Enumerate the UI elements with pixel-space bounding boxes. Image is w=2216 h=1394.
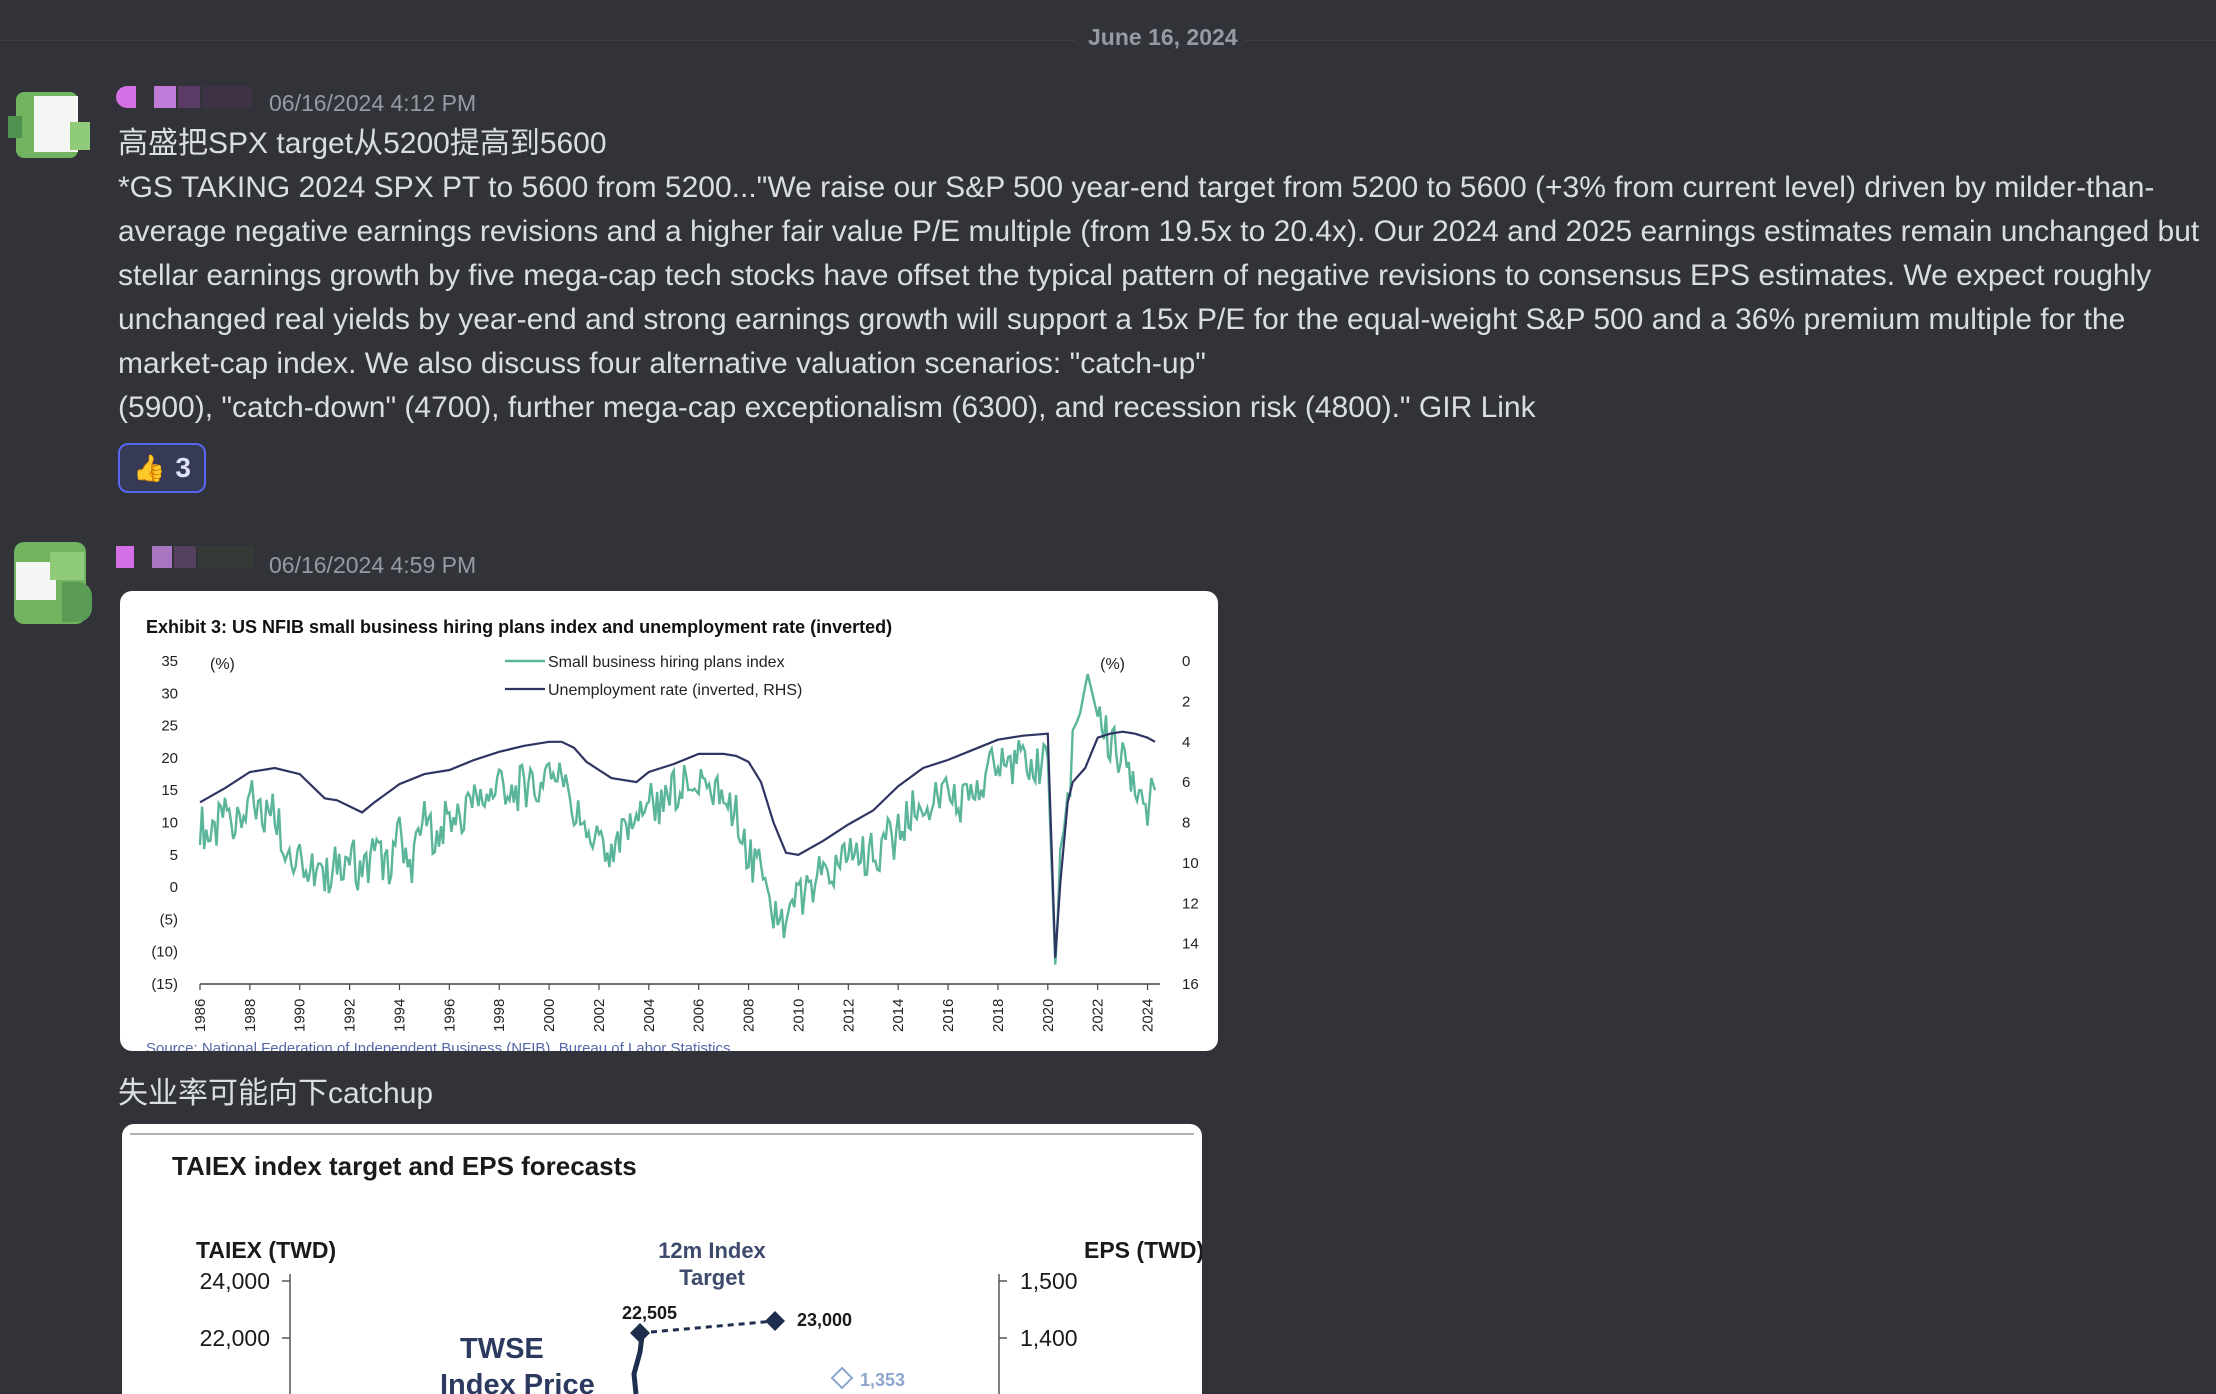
left-tick-label: (15)	[151, 976, 178, 993]
target-start-label: 22,505	[622, 1303, 677, 1323]
left-axis-label: TAIEX (TWD)	[196, 1237, 336, 1263]
index-price-label-1: TWSE	[460, 1333, 544, 1365]
x-tick-label: 2002	[591, 999, 608, 1032]
reaction-count: 3	[175, 452, 191, 483]
chart-source: Source: National Federation of Independe…	[146, 1040, 731, 1051]
x-tick-label: 2018	[990, 999, 1007, 1032]
series-line-hiring-plans	[198, 673, 1157, 965]
right-tick-label: 2	[1182, 693, 1190, 710]
date-divider: June 16, 2024	[0, 24, 2216, 58]
message-timestamp[interactable]: 06/16/2024 4:12 PM	[269, 90, 476, 117]
right-tick-label: 6	[1182, 774, 1190, 791]
right-tick-label: 8	[1182, 815, 1190, 832]
left-tick-label: (5)	[160, 911, 178, 928]
thumbs-up-icon: 👍	[133, 452, 166, 483]
username-redacted[interactable]	[116, 546, 256, 568]
legend-label-hiring: Small business hiring plans index	[548, 654, 785, 671]
left-tick-label: 25	[161, 718, 178, 735]
date-divider-text: June 16, 2024	[1088, 24, 1238, 50]
x-tick-label: 2020	[1040, 999, 1057, 1032]
x-tick-label: 2012	[840, 999, 857, 1032]
right-axis-unit: (%)	[1100, 656, 1125, 673]
x-tick-label: 1990	[292, 999, 309, 1032]
username-redacted[interactable]	[116, 86, 256, 108]
left-tick-label: 10	[161, 815, 178, 832]
right-tick-label: 10	[1182, 855, 1199, 872]
thumbs-up-reaction[interactable]: 👍 3	[118, 443, 206, 493]
x-tick-label: 2004	[641, 999, 658, 1032]
right-tick-label: 12	[1182, 895, 1199, 912]
divider-line-left	[0, 40, 1075, 41]
left-tick-label: 20	[161, 750, 178, 767]
x-tick-label: 2010	[790, 999, 807, 1032]
left-tick-label: 15	[161, 782, 178, 799]
message-body-tail: (5900), "catch-down" (4700), further meg…	[118, 391, 1536, 424]
index-price-line	[631, 1335, 645, 1394]
message-body: *GS TAKING 2024 SPX PT to 5600 from 5200…	[118, 171, 2200, 380]
chart-title: TAIEX index target and EPS forecasts	[172, 1151, 637, 1181]
divider-line-right	[1245, 40, 2216, 41]
x-tick-label: 2008	[741, 999, 758, 1032]
left-tick-label: 22,000	[200, 1325, 270, 1351]
left-tick-label: (10)	[151, 944, 178, 961]
x-tick-label: 1994	[391, 999, 408, 1032]
right-tick-label: 1,400	[1020, 1325, 1078, 1351]
chart-title: Exhibit 3: US NFIB small business hiring…	[146, 617, 892, 637]
right-tick-label: 1,500	[1020, 1268, 1078, 1294]
avatar[interactable]	[8, 542, 94, 628]
message-title: 高盛把SPX target从5200提高到5600	[118, 127, 607, 160]
eps-label: 1,353	[860, 1370, 905, 1390]
left-tick-label: 30	[161, 685, 178, 702]
x-tick-label: 2016	[940, 999, 957, 1032]
right-tick-label: 14	[1182, 936, 1199, 953]
x-tick-label: 2006	[691, 999, 708, 1032]
x-tick-label: 2000	[541, 999, 558, 1032]
taiex-chart: TAIEX index target and EPS forecasts TAIE…	[130, 1133, 1202, 1394]
message-content: 高盛把SPX target从5200提高到5600 *GS TAKING 202…	[118, 122, 2208, 430]
x-tick-label: 2024	[1140, 999, 1157, 1032]
left-tick-label: 35	[161, 653, 178, 670]
x-tick-label: 1986	[192, 999, 209, 1032]
x-tick-label: 1988	[242, 999, 259, 1032]
right-axis-label: EPS (TWD)	[1084, 1237, 1202, 1263]
image-attachment-taiex-chart[interactable]: TAIEX index target and EPS forecasts TAIE…	[122, 1124, 1202, 1394]
index-price-label-2: Index Price	[440, 1369, 595, 1394]
left-tick-label: 24,000	[200, 1268, 270, 1294]
left-tick-label: 0	[170, 879, 178, 896]
x-tick-label: 2014	[890, 999, 907, 1032]
eps-marker	[830, 1366, 854, 1390]
x-tick-label: 1996	[441, 999, 458, 1032]
target-end-label: 23,000	[797, 1310, 852, 1330]
x-tick-label: 1998	[491, 999, 508, 1032]
image-attachment-nfib-chart[interactable]: Exhibit 3: US NFIB small business hiring…	[120, 591, 1218, 1051]
legend-label-unemployment: Unemployment rate (inverted, RHS)	[548, 682, 802, 699]
message-timestamp[interactable]: 06/16/2024 4:59 PM	[269, 552, 476, 579]
message-caption: 失业率可能向下catchup	[118, 1077, 434, 1110]
target-annotation-line2: Target	[679, 1265, 745, 1290]
target-end-marker	[765, 1311, 785, 1331]
left-tick-label: 5	[170, 847, 178, 864]
nfib-chart: Exhibit 3: US NFIB small business hiring…	[146, 617, 1199, 1051]
x-tick-label: 2022	[1090, 999, 1107, 1032]
x-tick-label: 1992	[342, 999, 359, 1032]
target-annotation-line1: 12m Index	[658, 1238, 766, 1263]
left-axis-unit: (%)	[210, 656, 235, 673]
right-tick-label: 16	[1182, 976, 1199, 993]
right-tick-label: 0	[1182, 653, 1190, 670]
right-tick-label: 4	[1182, 734, 1190, 751]
avatar[interactable]	[8, 82, 94, 168]
